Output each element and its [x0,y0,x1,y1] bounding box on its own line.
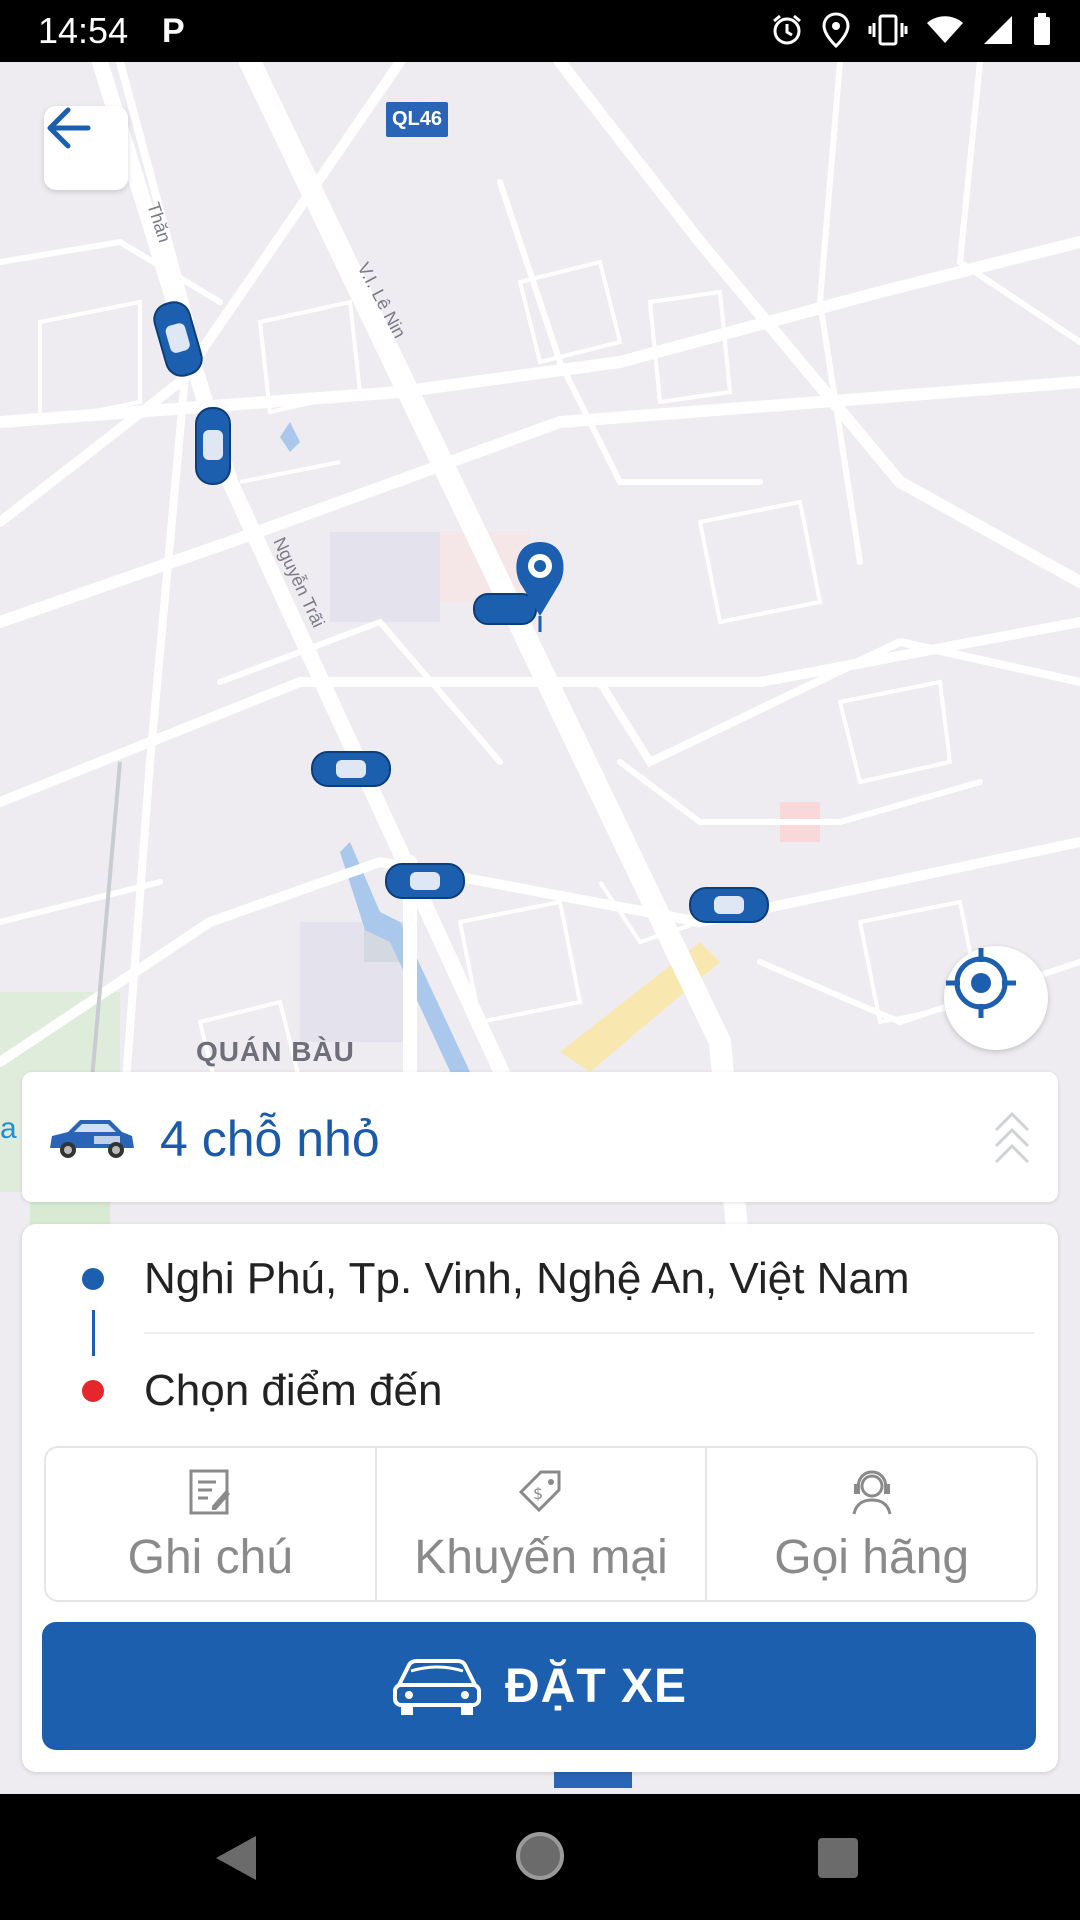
car-type-label: 4 chỗ nhỏ [160,1111,380,1167]
nav-recents-icon[interactable] [816,1836,860,1880]
location-icon [822,12,850,48]
vibrate-icon [868,14,908,46]
booking-panel: Nghi Phú, Tp. Vinh, Nghệ An, Việt Nam Ch… [22,1224,1058,1772]
destination-input[interactable]: Chọn điểm đến [144,1366,442,1416]
promo-label: Khuyến mại [414,1531,668,1584]
wifi-icon [927,16,963,43]
crosshair-icon [946,948,1016,1018]
pickup-address[interactable]: Nghi Phú, Tp. Vinh, Nghệ An, Việt Nam [144,1254,910,1304]
taxi-car-icon [50,1120,134,1158]
action-bar: Ghi chú $ Khuyến mại Gọi hãng [44,1446,1038,1602]
status-time: 14:54 [38,10,129,51]
book-ride-label: ĐẶT XE [504,1659,687,1713]
taxi-marker [153,301,769,1149]
car-type-selector[interactable]: 4 chỗ nhỏ [22,1072,1058,1202]
road-badge-ql46: QL46 [386,102,449,137]
status-icons [770,12,1052,48]
parking-notification-icon: P [162,12,185,50]
address-divider [144,1332,1034,1334]
book-ride-button[interactable]: ĐẶT XE [42,1622,1036,1750]
nav-home-icon[interactable] [514,1830,566,1882]
destination-dot-icon [82,1380,104,1402]
signal-icon [984,16,1012,44]
note-icon [189,1469,231,1515]
pickup-dot-icon [82,1268,104,1290]
nav-back-icon[interactable] [214,1834,258,1882]
chevron-up-double-icon[interactable] [992,1110,1032,1164]
alarm-icon [773,14,801,45]
route-connector [92,1310,95,1356]
promo-tag-icon: $ [518,1470,561,1513]
call-operator-button[interactable]: Gọi hãng [707,1448,1036,1600]
edge-letter: a [0,1112,17,1145]
call-operator-label: Gọi hãng [774,1531,970,1584]
area-label: QUÁN BÀU [196,1036,355,1067]
status-bar: 14:54 P [0,0,1080,62]
back-button[interactable] [44,106,128,190]
system-nav-bar [0,1794,1080,1920]
note-label: Ghi chú [127,1531,294,1584]
note-button[interactable]: Ghi chú [46,1448,377,1600]
my-location-button[interactable] [944,946,1048,1050]
arrow-left-icon [47,107,91,149]
battery-icon [1034,13,1050,45]
svg-text:$: $ [533,1484,543,1503]
car-icon [392,1659,481,1715]
support-agent-icon [852,1470,892,1515]
promo-button[interactable]: $ Khuyến mại [377,1448,708,1600]
